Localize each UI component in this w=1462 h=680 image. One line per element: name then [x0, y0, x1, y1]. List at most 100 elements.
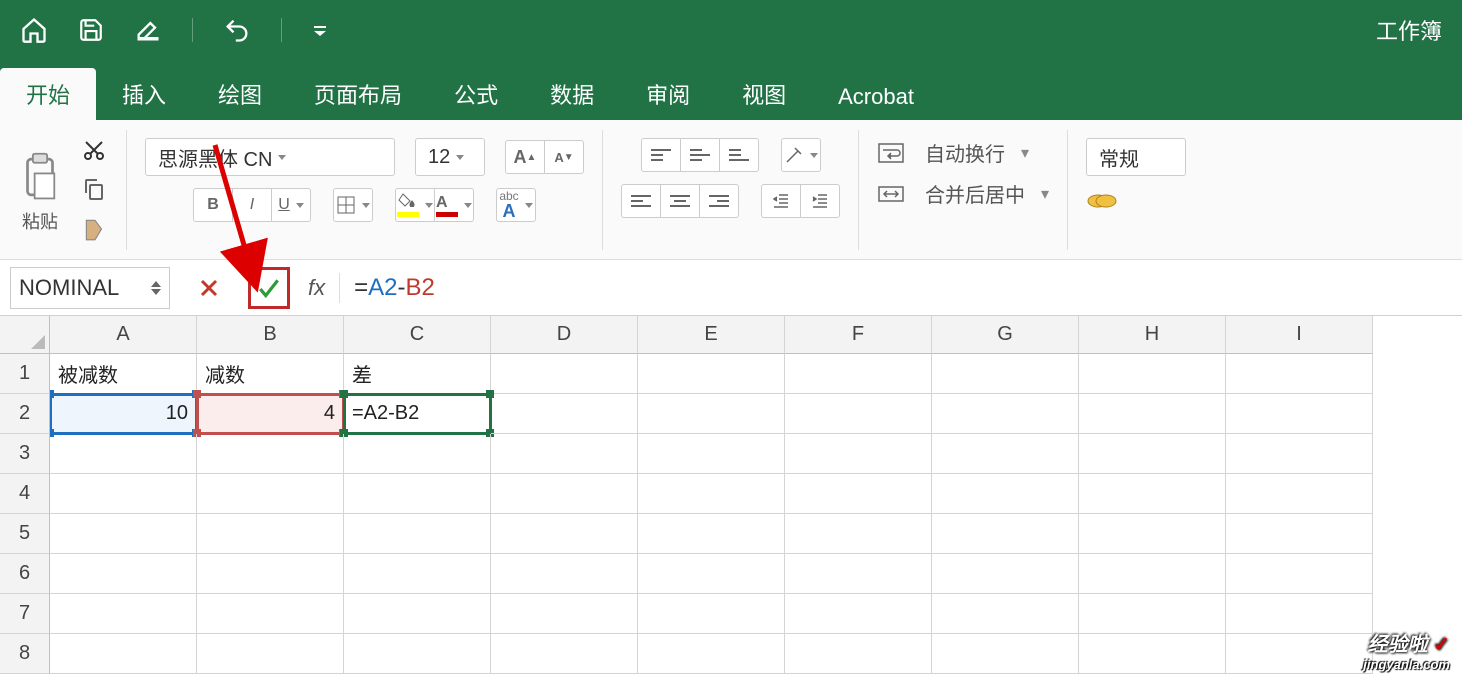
cell[interactable]: [932, 514, 1079, 554]
cell[interactable]: [932, 554, 1079, 594]
cell-A1[interactable]: 被减数: [50, 354, 197, 394]
insert-function-button[interactable]: fx: [308, 275, 325, 301]
row-header[interactable]: 5: [0, 514, 50, 554]
cell[interactable]: [785, 594, 932, 634]
cell[interactable]: [785, 554, 932, 594]
cell[interactable]: [344, 554, 491, 594]
row-header[interactable]: 4: [0, 474, 50, 514]
cell[interactable]: [491, 634, 638, 674]
row-header[interactable]: 7: [0, 594, 50, 634]
cell[interactable]: [1079, 434, 1226, 474]
bold-button[interactable]: B: [193, 188, 233, 222]
cell[interactable]: [1226, 434, 1373, 474]
cell[interactable]: [491, 394, 638, 434]
cancel-button[interactable]: [188, 267, 230, 309]
cell[interactable]: [491, 514, 638, 554]
align-middle-button[interactable]: [680, 138, 720, 172]
cell-C1[interactable]: 差: [344, 354, 491, 394]
tab-page-layout[interactable]: 页面布局: [288, 68, 428, 120]
cell[interactable]: [1226, 634, 1373, 674]
fill-color-button[interactable]: [395, 188, 435, 222]
cell[interactable]: [932, 474, 1079, 514]
cell[interactable]: [50, 594, 197, 634]
cell[interactable]: [1079, 474, 1226, 514]
cell[interactable]: [1226, 394, 1373, 434]
cell[interactable]: [1226, 354, 1373, 394]
format-painter-icon[interactable]: [82, 216, 108, 247]
cell[interactable]: [638, 434, 785, 474]
row-header[interactable]: 1: [0, 354, 50, 394]
undo-icon[interactable]: [223, 16, 251, 44]
select-all-corner[interactable]: [0, 316, 50, 354]
increase-indent-button[interactable]: [800, 184, 840, 218]
col-header[interactable]: B: [197, 316, 344, 354]
cell[interactable]: [197, 554, 344, 594]
cell[interactable]: [932, 434, 1079, 474]
cell[interactable]: [638, 554, 785, 594]
cell[interactable]: [785, 474, 932, 514]
cell[interactable]: [1226, 514, 1373, 554]
cell[interactable]: [638, 594, 785, 634]
font-name-combo[interactable]: 思源黑体 CN: [145, 138, 395, 176]
col-header[interactable]: G: [932, 316, 1079, 354]
tab-home[interactable]: 开始: [0, 68, 96, 120]
cell[interactable]: [638, 634, 785, 674]
col-header[interactable]: F: [785, 316, 932, 354]
cell[interactable]: [491, 554, 638, 594]
save-icon[interactable]: [78, 17, 104, 43]
cell[interactable]: [932, 354, 1079, 394]
cell[interactable]: [197, 474, 344, 514]
cell[interactable]: [1226, 594, 1373, 634]
cell[interactable]: [638, 474, 785, 514]
merge-center-button[interactable]: 合并后居中 ▾: [877, 179, 1049, 208]
cell[interactable]: [491, 434, 638, 474]
decrease-indent-button[interactable]: [761, 184, 801, 218]
cell[interactable]: [1079, 354, 1226, 394]
home-icon[interactable]: [20, 16, 48, 44]
font-color-button[interactable]: A: [434, 188, 474, 222]
row-header[interactable]: 3: [0, 434, 50, 474]
cell[interactable]: [197, 434, 344, 474]
tab-review[interactable]: 审阅: [620, 68, 716, 120]
font-size-combo[interactable]: 12: [415, 138, 485, 176]
cell[interactable]: [50, 554, 197, 594]
copy-icon[interactable]: [82, 177, 108, 206]
col-header[interactable]: H: [1079, 316, 1226, 354]
number-format-combo[interactable]: 常规: [1086, 138, 1186, 176]
cell[interactable]: [932, 634, 1079, 674]
cell[interactable]: [1079, 514, 1226, 554]
border-button[interactable]: [333, 188, 373, 222]
tab-acrobat[interactable]: Acrobat: [812, 74, 940, 120]
align-left-button[interactable]: [621, 184, 661, 218]
wrap-text-button[interactable]: 自动换行 ▾: [877, 138, 1029, 167]
cell[interactable]: [50, 514, 197, 554]
row-header[interactable]: 2: [0, 394, 50, 434]
cell[interactable]: [932, 594, 1079, 634]
cell[interactable]: [785, 634, 932, 674]
col-header[interactable]: C: [344, 316, 491, 354]
tab-formulas[interactable]: 公式: [428, 68, 524, 120]
row-header[interactable]: 8: [0, 634, 50, 674]
cell[interactable]: [491, 354, 638, 394]
name-box[interactable]: NOMINAL: [10, 267, 170, 309]
row-header[interactable]: 6: [0, 554, 50, 594]
cell[interactable]: [50, 434, 197, 474]
cell[interactable]: [785, 514, 932, 554]
cell[interactable]: [638, 514, 785, 554]
cell[interactable]: [638, 394, 785, 434]
cell-B1[interactable]: 减数: [197, 354, 344, 394]
currency-icon[interactable]: [1086, 188, 1120, 219]
spreadsheet-grid[interactable]: 1 2 3 4 5 6 7 8 A B C D E F G H I 被减数 减数…: [0, 316, 1462, 680]
formula-input[interactable]: =A2-B2: [354, 274, 435, 302]
cell[interactable]: [1079, 554, 1226, 594]
cell[interactable]: [197, 634, 344, 674]
cell-C2[interactable]: =A2-B2: [344, 394, 491, 434]
cell[interactable]: [344, 594, 491, 634]
underline-button[interactable]: U: [271, 188, 311, 222]
cell[interactable]: [491, 594, 638, 634]
cell[interactable]: [344, 634, 491, 674]
tab-insert[interactable]: 插入: [96, 68, 192, 120]
col-header[interactable]: I: [1226, 316, 1373, 354]
cell[interactable]: [932, 394, 1079, 434]
col-header[interactable]: A: [50, 316, 197, 354]
